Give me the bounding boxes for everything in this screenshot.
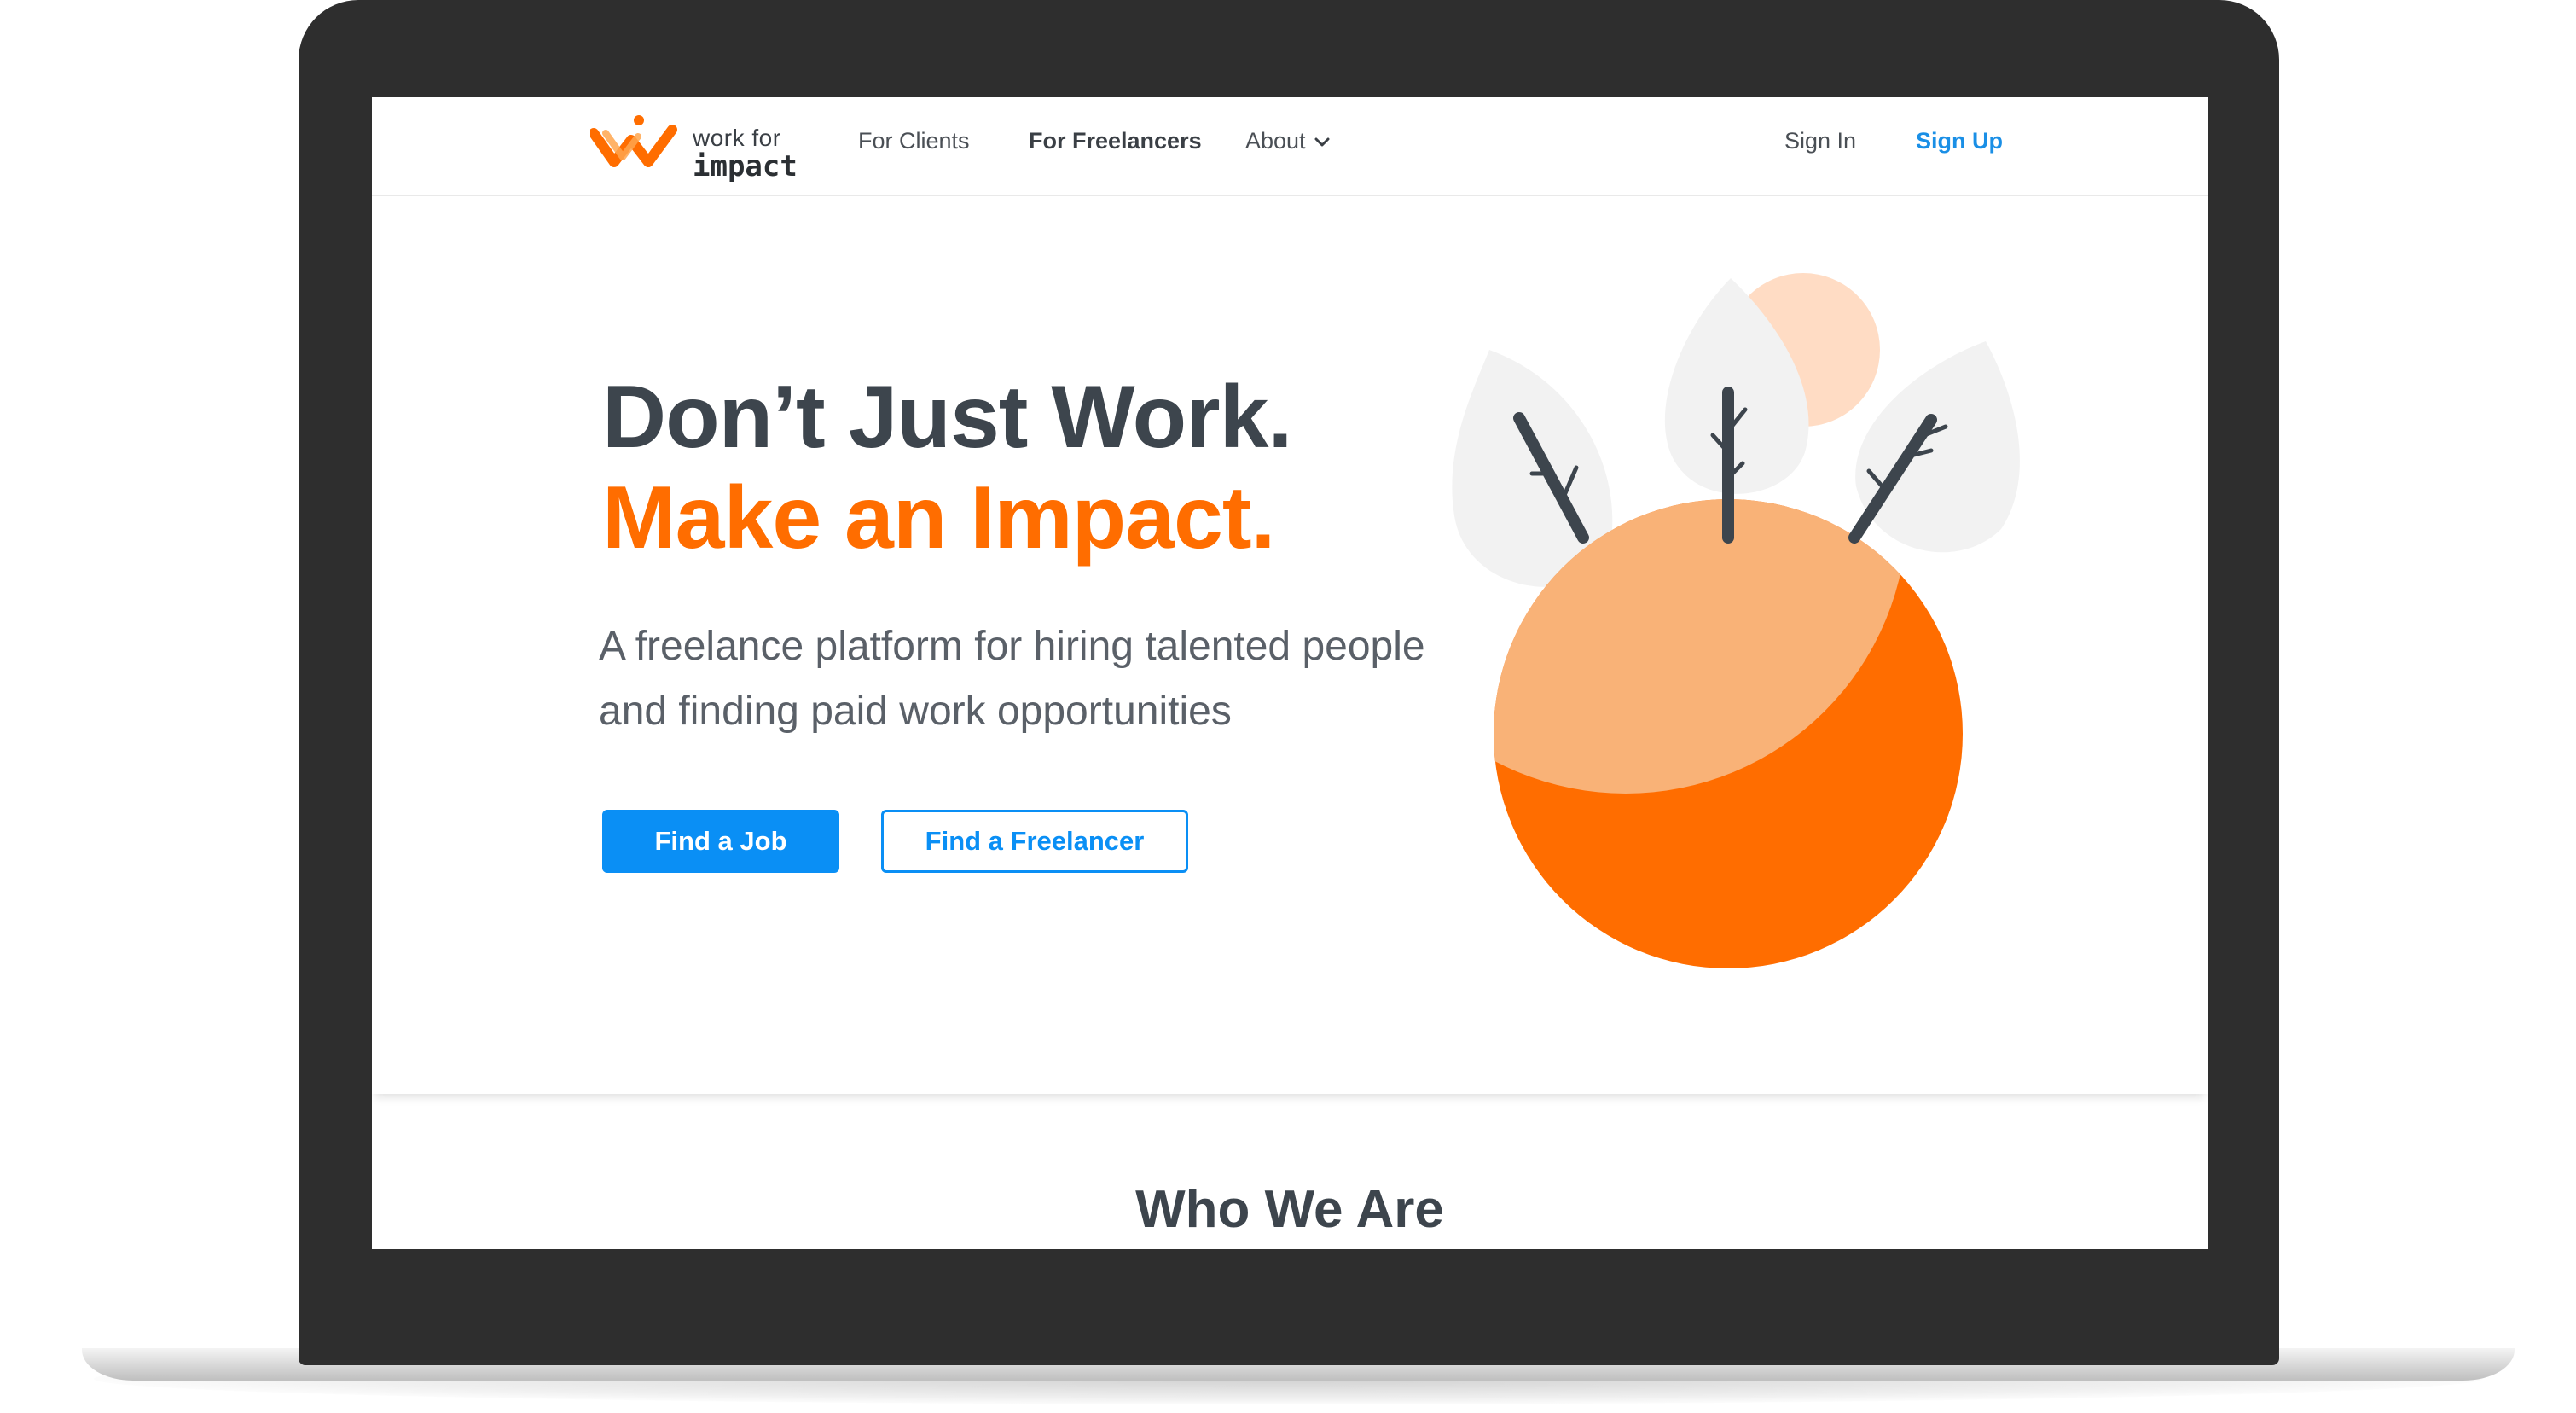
logo-wordmark: work for impact — [693, 125, 798, 183]
find-a-freelancer-button[interactable]: Find a Freelancer — [881, 810, 1188, 873]
logo-text-line2: impact — [693, 149, 798, 183]
hero-headline: Don’t Just Work. Make an Impact. — [602, 367, 1292, 568]
site-navbar: work for impact For Clients For Freelanc… — [372, 97, 2208, 196]
site-logo[interactable]: work for impact — [590, 109, 804, 181]
headline-line1: Don’t Just Work. — [602, 368, 1292, 467]
chevron-down-icon — [1314, 137, 1330, 147]
browser-screen: work for impact For Clients For Freelanc… — [372, 97, 2208, 1249]
logo-text-line1: work for — [693, 125, 781, 151]
find-a-job-button[interactable]: Find a Job — [602, 810, 839, 873]
who-we-are-heading: Who We Are — [1135, 1180, 1444, 1239]
nav-link-about[interactable]: About — [1245, 128, 1330, 154]
headline-line2: Make an Impact. — [602, 468, 1275, 567]
sign-up-link[interactable]: Sign Up — [1916, 128, 2003, 154]
nav-about-label: About — [1245, 128, 1306, 154]
sign-in-link[interactable]: Sign In — [1784, 128, 1856, 154]
hero-section: Don’t Just Work. Make an Impact. A freel… — [372, 196, 2208, 1094]
logo-mark-icon — [590, 115, 677, 167]
planet-with-trees-illustration — [1452, 273, 2020, 968]
nav-link-for-clients[interactable]: For Clients — [858, 128, 970, 154]
leaf-right — [1855, 341, 2020, 553]
hero-subtext: A freelance platform for hiring talented… — [599, 624, 1425, 734]
nav-link-for-freelancers[interactable]: For Freelancers — [1029, 128, 1202, 154]
